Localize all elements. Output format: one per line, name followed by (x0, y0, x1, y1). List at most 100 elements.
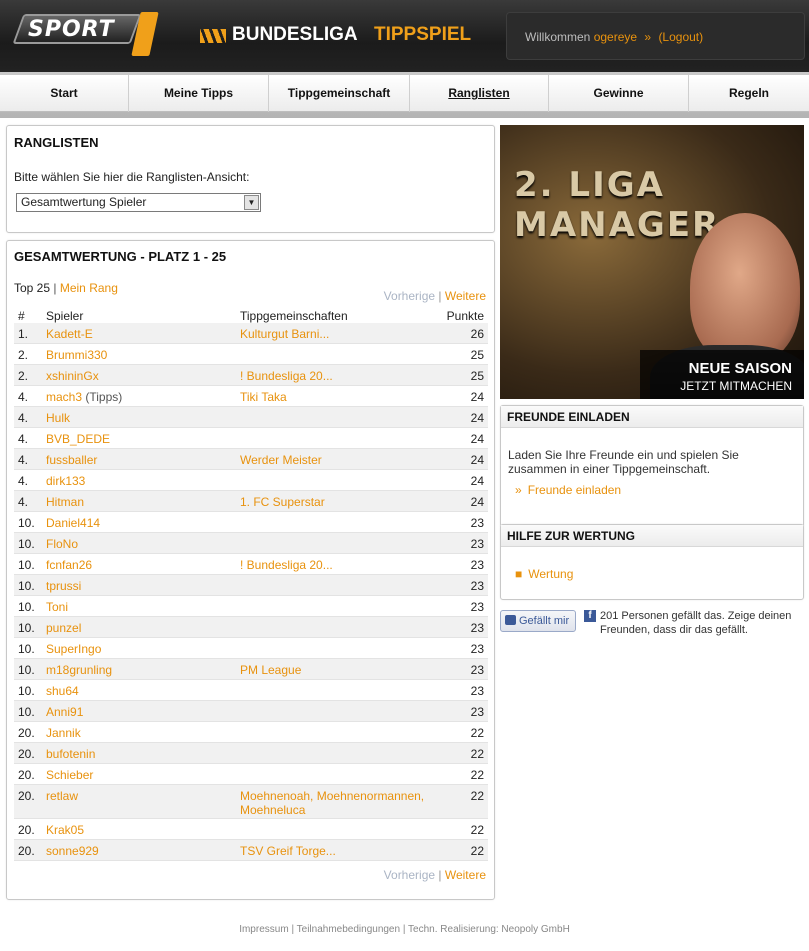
player-link[interactable]: Toni (46, 600, 68, 614)
player-link[interactable]: punzel (46, 621, 81, 635)
table-row: 20. Krak05 22 (14, 819, 488, 840)
player-link[interactable]: Hulk (46, 411, 70, 425)
impressum-link[interactable]: Impressum (239, 924, 288, 935)
player-link[interactable]: Daniel414 (46, 516, 100, 530)
nav-gewinne[interactable]: Gewinne (549, 75, 689, 112)
rank-cell: 10. (18, 705, 35, 719)
username-link[interactable]: ogereye (594, 30, 637, 44)
col-points: Punkte (446, 309, 484, 323)
table-row: 20. Schieber 22 (14, 764, 488, 785)
nav-ranglisten[interactable]: Ranglisten (410, 75, 549, 112)
player-link[interactable]: fussballer (46, 453, 97, 467)
player-link[interactable]: Kadett-E (46, 327, 93, 341)
groups-cell[interactable]: PM League (240, 663, 440, 677)
player-cell: Brummi330 (46, 348, 107, 362)
player-link[interactable]: Anni91 (46, 705, 83, 719)
group-link[interactable]: PM League (240, 663, 301, 677)
next-link[interactable]: Weitere (445, 289, 486, 303)
ranking-table: # Spieler Tippgemeinschaften Punkte 1. Ka… (14, 307, 488, 861)
nav-meine-tipps[interactable]: Meine Tipps (129, 75, 269, 112)
player-link[interactable]: mach3 (46, 390, 82, 404)
group-link[interactable]: 1. FC Superstar (240, 495, 325, 509)
ranglisten-view-select[interactable]: Gesamtwertung Spieler ▼ (16, 193, 261, 212)
player-cell: Jannik (46, 726, 81, 740)
points-cell: 25 (470, 369, 484, 383)
table-row: 10. fcnfan26 ! Bundesliga 20... 23 (14, 554, 488, 575)
player-link[interactable]: BVB_DEDE (46, 432, 110, 446)
wertung-link[interactable]: ■ Wertung (515, 567, 573, 581)
player-link[interactable]: tprussi (46, 579, 81, 593)
player-link[interactable]: FloNo (46, 537, 78, 551)
player-cell: Daniel414 (46, 516, 100, 530)
player-link[interactable]: sonne929 (46, 844, 99, 858)
groups-cell[interactable]: Kulturgut Barni... (240, 327, 440, 341)
player-link[interactable]: shu64 (46, 684, 79, 698)
player-link[interactable]: m18grunling (46, 663, 112, 677)
table-row: 1. Kadett-E Kulturgut Barni... 26 (14, 323, 488, 344)
next-link-bottom[interactable]: Weitere (445, 868, 486, 882)
table-row: 4. Hulk 24 (14, 407, 488, 428)
player-link[interactable]: Schieber (46, 768, 93, 782)
main-nav: Start Meine Tipps Tippgemeinschaft Rangl… (0, 72, 809, 118)
player-link[interactable]: Jannik (46, 726, 81, 740)
points-cell: 24 (470, 390, 484, 404)
rank-cell: 4. (18, 495, 29, 509)
group-link[interactable]: TSV Greif Torge... (240, 844, 336, 858)
sport1-logo[interactable]: SPORT (12, 12, 159, 56)
facebook-like-button[interactable]: Gefällt mir (500, 610, 576, 632)
rank-cell: 1. (18, 327, 29, 341)
player-cell: BVB_DEDE (46, 432, 110, 446)
points-cell: 23 (470, 516, 484, 530)
points-cell: 26 (470, 327, 484, 341)
nav-tippgemeinschaft[interactable]: Tippgemeinschaft (269, 75, 410, 112)
wertung-link-text[interactable]: Wertung (528, 567, 573, 581)
group-link[interactable]: Kulturgut Barni... (240, 327, 329, 341)
player-link[interactable]: Hitman (46, 495, 84, 509)
freunde-link-text[interactable]: Freunde einladen (528, 483, 621, 497)
liga-manager-banner[interactable]: 2. LIGA MANAGER NEUE SAISON JETZT MITMAC… (500, 125, 804, 399)
points-cell: 22 (470, 844, 484, 858)
player-cell: Hitman (46, 495, 84, 509)
player-cell: retlaw (46, 789, 78, 803)
table-row: 10. tprussi 23 (14, 575, 488, 596)
player-cell: Schieber (46, 768, 93, 782)
col-rank: # (18, 309, 25, 323)
teilnahmebedingungen-link[interactable]: Teilnahmebedingungen (297, 924, 400, 935)
freunde-einladen-link[interactable]: » Freunde einladen (515, 483, 621, 497)
player-link[interactable]: Krak05 (46, 823, 84, 837)
player-link[interactable]: retlaw (46, 789, 78, 803)
player-link[interactable]: dirk133 (46, 474, 85, 488)
points-cell: 23 (470, 684, 484, 698)
chevron-down-icon[interactable]: ▼ (244, 195, 259, 210)
groups-cell[interactable]: Werder Meister (240, 453, 440, 467)
logout-link[interactable]: (Logout) (658, 30, 703, 44)
group-link[interactable]: Tiki Taka (240, 390, 287, 404)
points-cell: 23 (470, 621, 484, 635)
footer: Impressum | Teilnahmebedingungen | Techn… (239, 924, 570, 935)
group-link[interactable]: Moehnenoah, Moehnenormannen, Moehneluca (240, 789, 424, 817)
groups-cell[interactable]: ! Bundesliga 20... (240, 369, 440, 383)
player-cell: mach3 (Tipps) (46, 390, 122, 404)
player-link[interactable]: Brummi330 (46, 348, 107, 362)
player-link[interactable]: fcnfan26 (46, 558, 92, 572)
groups-cell[interactable]: TSV Greif Torge... (240, 844, 440, 858)
rank-cell: 20. (18, 768, 35, 782)
table-row: 10. Anni91 23 (14, 701, 488, 722)
groups-cell[interactable]: Tiki Taka (240, 390, 440, 404)
groups-cell[interactable]: 1. FC Superstar (240, 495, 440, 509)
top25-label: Top 25 (14, 281, 51, 295)
mein-rang-link[interactable]: Mein Rang (60, 281, 118, 295)
hilfe-title: HILFE ZUR WERTUNG (501, 525, 803, 547)
table-row: 10. punzel 23 (14, 617, 488, 638)
groups-cell[interactable]: Moehnenoah, Moehnenormannen, Moehneluca (240, 789, 440, 817)
group-link[interactable]: Werder Meister (240, 453, 322, 467)
group-link[interactable]: ! Bundesliga 20... (240, 369, 333, 383)
tipps-suffix: (Tipps) (85, 390, 123, 404)
nav-start[interactable]: Start (0, 75, 129, 112)
group-link[interactable]: ! Bundesliga 20... (240, 558, 333, 572)
player-link[interactable]: xshininGx (46, 369, 99, 383)
groups-cell[interactable]: ! Bundesliga 20... (240, 558, 440, 572)
nav-regeln[interactable]: Regeln (689, 75, 809, 112)
player-link[interactable]: bufotenin (46, 747, 95, 761)
player-link[interactable]: SuperIngo (46, 642, 101, 656)
